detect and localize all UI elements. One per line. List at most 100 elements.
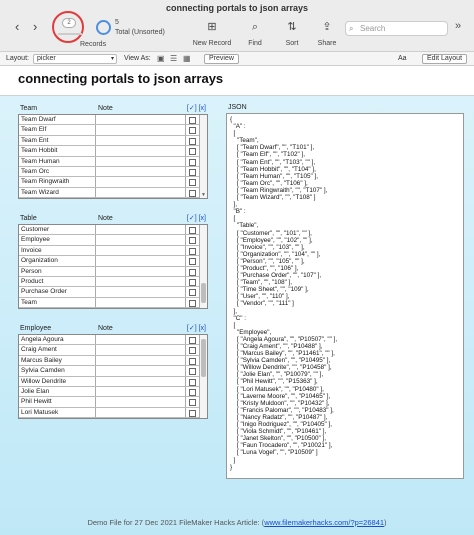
row-name[interactable]: Sylvia Camden (19, 366, 96, 376)
row-checkbox[interactable] (189, 278, 196, 286)
row-note[interactable] (96, 276, 186, 287)
row-name[interactable]: Jolie Elan (19, 386, 96, 397)
portal-row[interactable]: Team Orc (19, 166, 207, 178)
portal-row[interactable]: Lori Matusek (19, 407, 207, 419)
find-button[interactable]: ⌕ Find (242, 20, 268, 47)
portal-row[interactable]: Team Wizard (19, 187, 207, 199)
portal-row[interactable]: Team Elf (19, 125, 207, 136)
row-note[interactable] (96, 287, 186, 297)
portal-row[interactable]: Jolie Elan (19, 386, 207, 398)
row-checkbox[interactable] (189, 127, 196, 135)
portal-row[interactable]: Angela Agoura (19, 335, 207, 346)
row-name[interactable]: Craig Ament (19, 345, 96, 355)
row-name[interactable]: Team Elf (19, 125, 96, 135)
back-button[interactable]: ‹ (15, 19, 19, 34)
text-format-button[interactable]: Aa (398, 55, 407, 62)
current-record-field[interactable]: 2 (62, 18, 76, 28)
portal-row[interactable]: Marcus Bailey (19, 355, 207, 367)
row-note[interactable] (96, 245, 186, 256)
row-note[interactable] (96, 266, 186, 276)
portal-actions[interactable]: [✓] [x] (187, 104, 206, 112)
row-note[interactable] (96, 166, 186, 177)
portal-row[interactable]: Organization (19, 256, 207, 267)
row-checkbox[interactable] (189, 237, 196, 245)
portal-row[interactable]: Employee (19, 235, 207, 246)
row-checkbox[interactable] (189, 337, 196, 344)
row-name[interactable]: Phil Hewitt (19, 397, 96, 407)
row-name[interactable]: Team Hobbit (19, 146, 96, 156)
portal-row[interactable]: Team (19, 297, 207, 309)
row-note[interactable] (96, 335, 186, 345)
row-note[interactable] (96, 187, 186, 198)
row-name[interactable]: Team Dwarf (19, 115, 96, 125)
new-record-button[interactable]: ⊞ New Record (190, 20, 234, 47)
row-name[interactable]: Angela Agoura (19, 335, 96, 345)
row-name[interactable]: Lori Matusek (19, 407, 96, 418)
portal-row[interactable]: Invoice (19, 245, 207, 257)
row-checkbox[interactable] (189, 368, 196, 376)
row-name[interactable]: Team (19, 297, 96, 308)
portal-scrollbar[interactable] (199, 335, 207, 419)
row-note[interactable] (96, 225, 186, 235)
portal-row[interactable]: Team Dwarf (19, 115, 207, 126)
row-name[interactable]: Willow Dendrite (19, 376, 96, 386)
share-button[interactable]: ⇪ Share (313, 20, 341, 47)
row-checkbox[interactable] (189, 148, 196, 156)
row-checkbox[interactable] (189, 299, 196, 307)
row-checkbox[interactable] (189, 268, 196, 276)
search-input[interactable]: ⌕ Search (345, 21, 448, 36)
row-note[interactable] (96, 386, 186, 397)
row-checkbox[interactable] (189, 168, 196, 176)
row-checkbox[interactable] (189, 137, 196, 145)
row-name[interactable]: Product (19, 276, 96, 287)
preview-button[interactable]: Preview (204, 54, 239, 64)
layout-select[interactable]: picker ▾ (33, 54, 117, 64)
scroll-down-icon[interactable]: ▼ (201, 192, 206, 198)
toolbar-overflow-button[interactable]: » (455, 20, 461, 32)
row-name[interactable]: Organization (19, 256, 96, 266)
row-name[interactable]: Person (19, 266, 96, 276)
row-name[interactable]: Team Wizard (19, 187, 96, 198)
portal-row[interactable]: Sylvia Camden (19, 366, 207, 377)
sort-button[interactable]: ⇅ Sort (279, 20, 305, 47)
row-checkbox[interactable] (189, 179, 196, 187)
row-checkbox[interactable] (189, 247, 196, 255)
row-name[interactable]: Customer (19, 225, 96, 235)
forward-button[interactable]: › (33, 19, 37, 34)
portal-row[interactable]: Willow Dendrite (19, 376, 207, 387)
row-note[interactable] (96, 135, 186, 146)
portal-actions[interactable]: [✓] [x] (187, 214, 206, 222)
footer-link[interactable]: www.filemakerhacks.com/?p=26841 (264, 518, 384, 527)
row-name[interactable]: Invoice (19, 245, 96, 256)
row-checkbox[interactable] (189, 347, 196, 355)
row-note[interactable] (96, 407, 186, 418)
row-checkbox[interactable] (189, 388, 196, 396)
row-checkbox[interactable] (189, 378, 196, 386)
portal-row[interactable]: Purchase Order (19, 287, 207, 298)
portal-row[interactable]: Team Human (19, 156, 207, 167)
row-checkbox[interactable] (189, 189, 196, 197)
scroll-thumb[interactable] (201, 283, 206, 303)
row-note[interactable] (96, 156, 186, 166)
row-note[interactable] (96, 146, 186, 156)
row-checkbox[interactable] (189, 409, 196, 417)
row-checkbox[interactable] (189, 289, 196, 297)
portal-row[interactable]: Team Ringwraith (19, 177, 207, 188)
row-checkbox[interactable] (189, 399, 196, 407)
row-note[interactable] (96, 366, 186, 376)
form-view-icon[interactable]: ▣ (157, 54, 165, 63)
portal-actions[interactable]: [✓] [x] (187, 324, 206, 332)
row-name[interactable]: Team Human (19, 156, 96, 166)
portal-row[interactable]: Product (19, 276, 207, 288)
row-note[interactable] (96, 177, 186, 187)
json-field[interactable]: { "A" : [ "Team", [ "Team Dwarf", "", "T… (226, 113, 464, 479)
table-view-icon[interactable]: ▦ (183, 54, 191, 63)
row-checkbox[interactable] (189, 258, 196, 266)
row-note[interactable] (96, 355, 186, 366)
scroll-thumb[interactable] (201, 339, 206, 377)
portal-row[interactable]: Customer (19, 225, 207, 236)
row-checkbox[interactable] (189, 227, 196, 234)
row-note[interactable] (96, 397, 186, 407)
row-checkbox[interactable] (189, 158, 196, 166)
row-checkbox[interactable] (189, 357, 196, 365)
